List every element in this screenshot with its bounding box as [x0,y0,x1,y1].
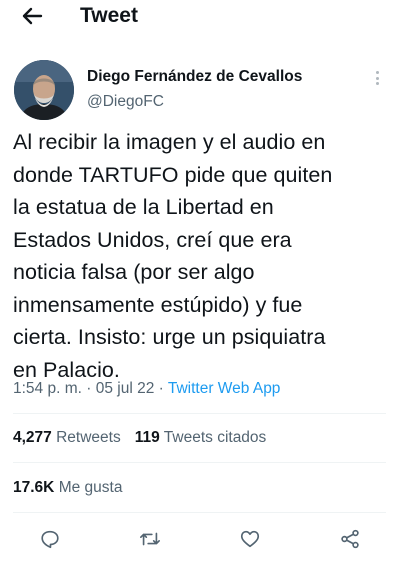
arrow-left-icon [22,7,43,25]
divider [13,413,386,414]
author-handle[interactable]: @DiegoFC [87,93,164,111]
retweet-button[interactable] [138,527,162,551]
tweet-source-link[interactable]: Twitter Web App [168,380,281,397]
divider [13,462,386,463]
tweet-text: Al recibir la imagen y el audio en donde… [13,130,333,382]
divider [13,512,386,513]
reply-icon [41,530,59,549]
tweet-date[interactable]: 05 jul 22 [96,380,155,397]
more-options-button[interactable] [370,68,384,88]
page-title: Tweet [80,4,138,27]
tweet-time[interactable]: 1:54 p. m. [13,380,82,397]
tweet-stats: 4,277 Retweets 119 Tweets citados [13,428,266,448]
share-button[interactable] [338,527,362,551]
tweet-meta: 1:54 p. m. · 05 jul 22 · Twitter Web App [13,380,281,397]
avatar[interactable] [14,60,74,120]
retweets-stat[interactable]: 4,277 Retweets [13,429,121,446]
more-vertical-icon [375,71,379,74]
like-button[interactable] [238,527,262,551]
quotes-stat[interactable]: 119 Tweets citados [135,429,267,446]
retweet-icon [140,532,160,546]
back-button[interactable] [18,4,46,28]
reply-button[interactable] [38,527,62,551]
like-icon [240,530,260,548]
top-bar: Tweet [0,0,400,32]
author-display-name[interactable]: Diego Fernández de Cevallos [87,68,302,86]
share-icon [341,529,359,549]
likes-stat[interactable]: 17.6K Me gusta [13,478,122,498]
